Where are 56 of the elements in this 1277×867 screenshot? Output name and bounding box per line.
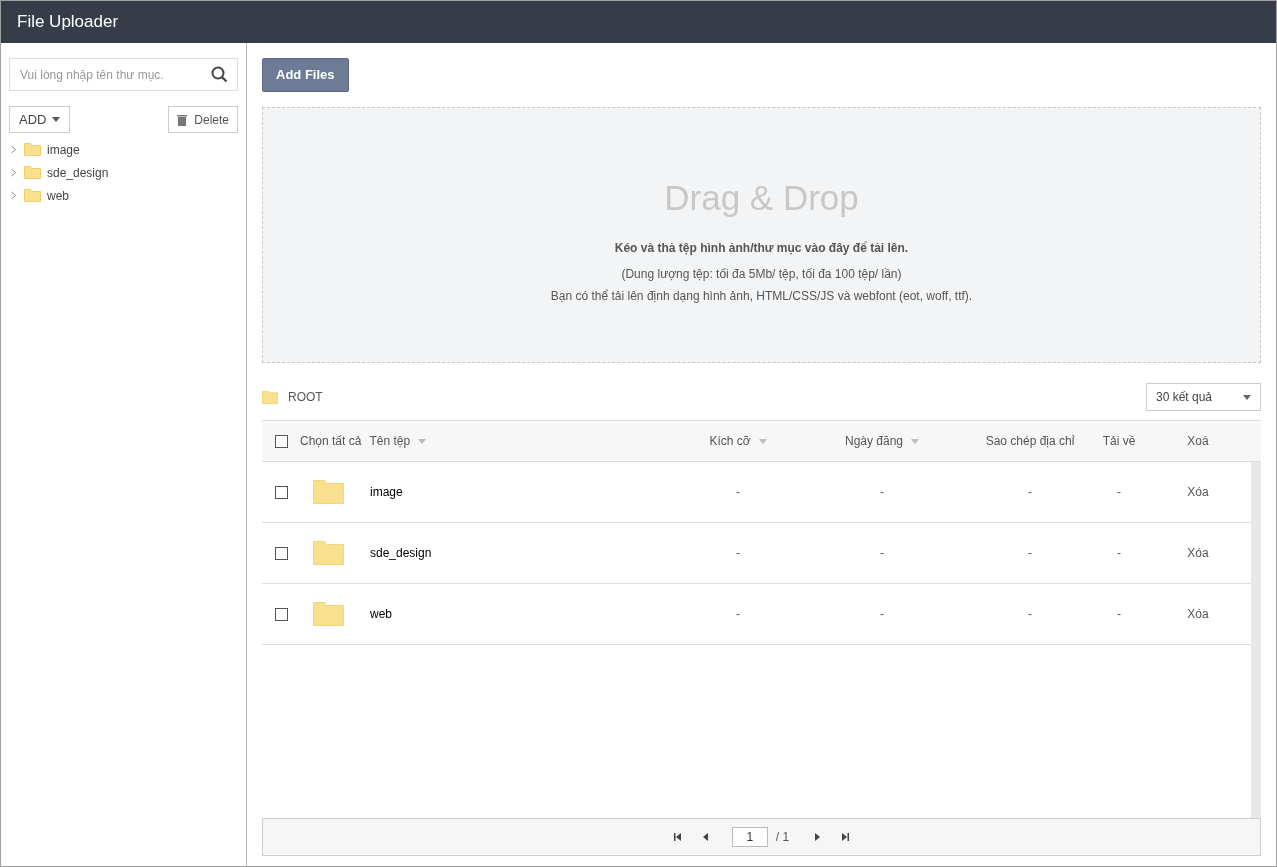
file-name[interactable]: web bbox=[370, 605, 392, 623]
drop-instruction: Kéo và thả tệp hình ảnh/thư mục vào đây để tải lên. bbox=[614, 239, 909, 257]
file-size: - bbox=[736, 545, 740, 562]
breadcrumb[interactable]: ROOT bbox=[288, 388, 323, 406]
download-cell-text: - bbox=[1117, 545, 1121, 562]
size-limits-text: (Dung lượng tệp: tối đa 5Mb/ tệp, tối đa 100 tệp/ lần) bbox=[621, 265, 902, 283]
file-name[interactable]: image bbox=[370, 483, 403, 501]
checkbox[interactable] bbox=[274, 434, 288, 448]
folder-icon bbox=[24, 189, 41, 202]
folder-icon bbox=[313, 602, 344, 626]
folder-icon bbox=[24, 143, 41, 156]
upload-date: - bbox=[880, 606, 884, 623]
tree-item[interactable]: image bbox=[47, 140, 80, 159]
column-header: Xoá bbox=[1187, 433, 1209, 450]
scrollbar[interactable] bbox=[1251, 462, 1261, 818]
delete-link[interactable]: Xóa bbox=[1187, 605, 1209, 623]
column-header[interactable]: Kích cỡ bbox=[709, 432, 751, 450]
caret-icon bbox=[52, 117, 61, 122]
page-size-select[interactable]: 30 kết quả bbox=[1146, 383, 1261, 411]
tree-item[interactable]: web bbox=[47, 186, 69, 205]
caret-icon bbox=[1243, 394, 1251, 400]
copy-address-cell-text: - bbox=[1028, 545, 1032, 562]
page-number-field[interactable]: 1 bbox=[731, 827, 768, 847]
select-all-label[interactable]: Chọn tất cả bbox=[300, 432, 362, 450]
column-header: Sao chép địa chỉ bbox=[985, 433, 1075, 450]
delete-button[interactable]: Delete bbox=[168, 106, 238, 133]
column-header[interactable]: Ngày đăng bbox=[844, 432, 903, 450]
folder-icon bbox=[24, 166, 41, 179]
file-size: - bbox=[736, 606, 740, 623]
download-cell-text: - bbox=[1117, 606, 1121, 623]
column-header: Tải về bbox=[1102, 433, 1136, 450]
column-header[interactable]: Tên tệp bbox=[369, 432, 411, 450]
window-title: File Uploader bbox=[17, 11, 119, 34]
copy-address-cell-text: - bbox=[1028, 606, 1032, 623]
checkbox[interactable] bbox=[274, 485, 288, 499]
page-total: / 1 bbox=[775, 829, 790, 846]
file-size: - bbox=[736, 484, 740, 501]
search-icon[interactable] bbox=[211, 66, 228, 83]
add-files-button[interactable]: Add Files bbox=[262, 58, 349, 92]
tree-item[interactable]: sde_design bbox=[47, 163, 109, 182]
checkbox[interactable] bbox=[274, 546, 288, 560]
folder-icon bbox=[313, 480, 344, 504]
upload-date: - bbox=[880, 545, 884, 562]
download-cell-text: - bbox=[1117, 484, 1121, 501]
checkbox[interactable] bbox=[274, 607, 288, 621]
folder-search-field[interactable]: Vui lòng nhập tên thư mục. bbox=[9, 58, 238, 91]
folder-icon bbox=[313, 541, 344, 565]
trash-icon bbox=[177, 113, 188, 126]
add-dropdown-button[interactable]: ADD bbox=[9, 106, 71, 133]
delete-link[interactable]: Xóa bbox=[1187, 483, 1209, 501]
file-name[interactable]: sde_design bbox=[370, 544, 432, 562]
delete-link[interactable]: Xóa bbox=[1187, 544, 1209, 562]
folder-icon bbox=[262, 390, 278, 404]
upload-date: - bbox=[880, 484, 884, 501]
formats-text: Bạn có thể tải lên định dạng hình ảnh, HTML/CSS/JS và webfont (eot, woff, ttf). bbox=[550, 287, 973, 305]
copy-address-cell-text: - bbox=[1028, 484, 1032, 501]
